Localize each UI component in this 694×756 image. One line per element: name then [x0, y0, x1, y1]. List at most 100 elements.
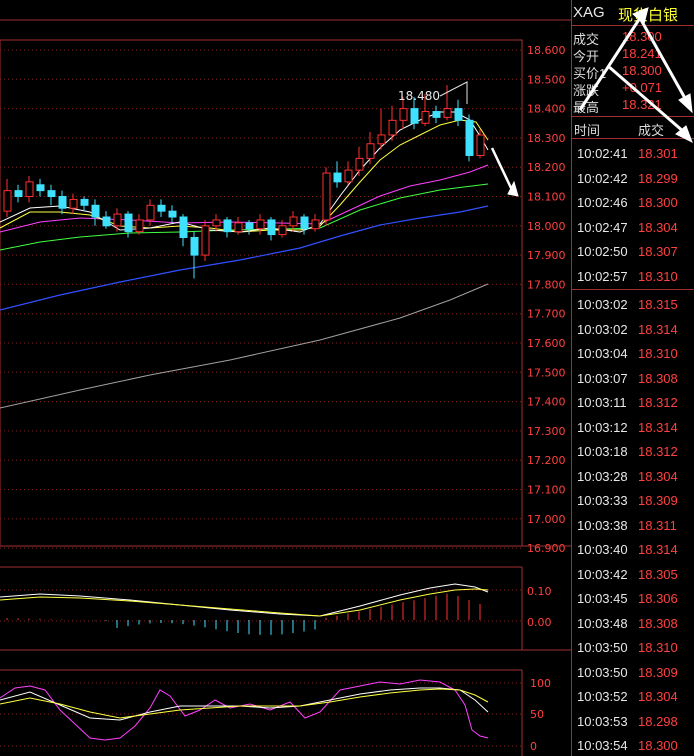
macd-dea-line [0, 588, 489, 617]
tick-price: 18.304 [638, 468, 678, 484]
kdj-grid [0, 682, 522, 747]
arrow-annotation-icon [490, 147, 519, 197]
tick-time: 10:02:57 [577, 268, 628, 284]
candle-body [377, 134, 386, 145]
tick-time: 10:03:02 [577, 321, 628, 337]
price-axis-label: 17.700 [527, 308, 566, 321]
candle-body [201, 225, 210, 256]
candle-body [91, 204, 100, 218]
peak-label: 18.480 [398, 89, 440, 103]
tick-time: 10:03:11 [577, 395, 627, 410]
tick-price: 18.308 [638, 370, 678, 386]
macd-grid [0, 589, 522, 622]
tick-time: 10:03:18 [577, 444, 628, 459]
tick-time: 10:03:50 [577, 664, 628, 680]
candle-body [366, 143, 375, 159]
macd-axis-label: 0.00 [527, 616, 552, 629]
tick-price: 18.298 [638, 713, 678, 729]
price-axis-label: 17.500 [527, 366, 566, 379]
price-axis-label: 18.000 [527, 220, 566, 233]
tick-price: 18.314 [638, 321, 678, 337]
tick-time: 10:02:50 [577, 244, 628, 259]
arrow-annotation-icon [578, 7, 693, 144]
tick-time: 10:03:53 [577, 713, 628, 729]
tick-price: 18.300 [638, 738, 678, 753]
tick-price: 18.308 [638, 615, 678, 631]
tick-time: 10:03:28 [577, 468, 628, 484]
macd-dif-line [0, 583, 489, 617]
tick-price: 18.304 [638, 219, 678, 235]
candle-body [102, 216, 111, 227]
kdj-axis-label: 100 [530, 677, 551, 690]
candle-body [267, 219, 276, 236]
candle-body [311, 219, 320, 230]
tick-time: 10:03:48 [577, 615, 628, 631]
ma10-line [0, 119, 489, 233]
candle-body [322, 172, 331, 221]
tick-price: 18.310 [638, 268, 678, 284]
candle-body [234, 222, 243, 233]
candle-body [465, 119, 474, 156]
price-axis-label: 16.900 [527, 542, 566, 555]
tick-time: 10:03:45 [577, 591, 628, 606]
candle-body [432, 111, 441, 118]
tick-price: 18.312 [638, 395, 678, 410]
candle-body [410, 108, 419, 124]
candle-body [146, 204, 155, 221]
candle-body [212, 219, 221, 227]
tick-time: 10:03:33 [577, 493, 628, 508]
candle-body [289, 216, 298, 227]
candle-body [245, 222, 254, 230]
candle-body [421, 111, 430, 124]
candle-body [355, 157, 364, 171]
kdj-k-line [0, 687, 489, 721]
macd-axis-label: 0.10 [527, 585, 552, 598]
candle-body [135, 219, 144, 233]
candle-body [333, 172, 342, 183]
kdj-j-line [0, 679, 489, 741]
tick-price: 18.309 [638, 493, 678, 508]
candle-body [113, 213, 122, 227]
tick-time: 10:02:47 [577, 219, 628, 235]
tick-price: 18.314 [638, 419, 678, 435]
candle-body [300, 216, 309, 230]
price-axis-label: 17.200 [527, 454, 566, 467]
tick-price: 18.309 [638, 664, 678, 680]
candle-body [179, 216, 188, 239]
candle-body [388, 119, 397, 136]
candle-body [223, 219, 232, 233]
candle-body [278, 225, 287, 236]
candle-body [157, 204, 166, 212]
tick-time: 10:03:02 [577, 297, 628, 312]
candle-body [47, 190, 56, 197]
candle-body [58, 196, 67, 209]
tick-price: 18.311 [638, 517, 677, 533]
price-axis-label: 17.300 [527, 425, 566, 438]
tick-time: 10:03:54 [577, 738, 628, 753]
candle-body [168, 210, 177, 218]
price-axis-label: 17.600 [527, 337, 566, 350]
price-grid [0, 49, 522, 549]
tick-time: 10:03:07 [577, 370, 628, 386]
ticks-separator [571, 289, 694, 290]
tick-time: 10:03:12 [577, 419, 628, 435]
candle-body [124, 213, 133, 233]
macd-histogram [6, 593, 481, 635]
tick-time: 10:03:52 [577, 689, 628, 704]
candle-body [190, 237, 199, 256]
candle-body [69, 198, 78, 209]
chart-area[interactable]: 18.60018.50018.40018.30018.20018.10018.0… [0, 0, 571, 756]
candle-body [344, 169, 353, 183]
peak-marker-line [439, 81, 468, 104]
candle-body [14, 190, 23, 197]
candle-body [476, 134, 485, 156]
tick-price: 18.310 [638, 346, 678, 361]
tick-time: 10:03:04 [577, 346, 628, 361]
candlesticks [3, 85, 485, 279]
tick-time: 10:03:40 [577, 542, 628, 557]
candle-body [256, 219, 265, 230]
price-axis-label: 17.900 [527, 249, 566, 262]
candle-body [454, 108, 463, 121]
tick-time: 10:03:38 [577, 517, 628, 533]
tick-price: 18.304 [638, 689, 678, 704]
